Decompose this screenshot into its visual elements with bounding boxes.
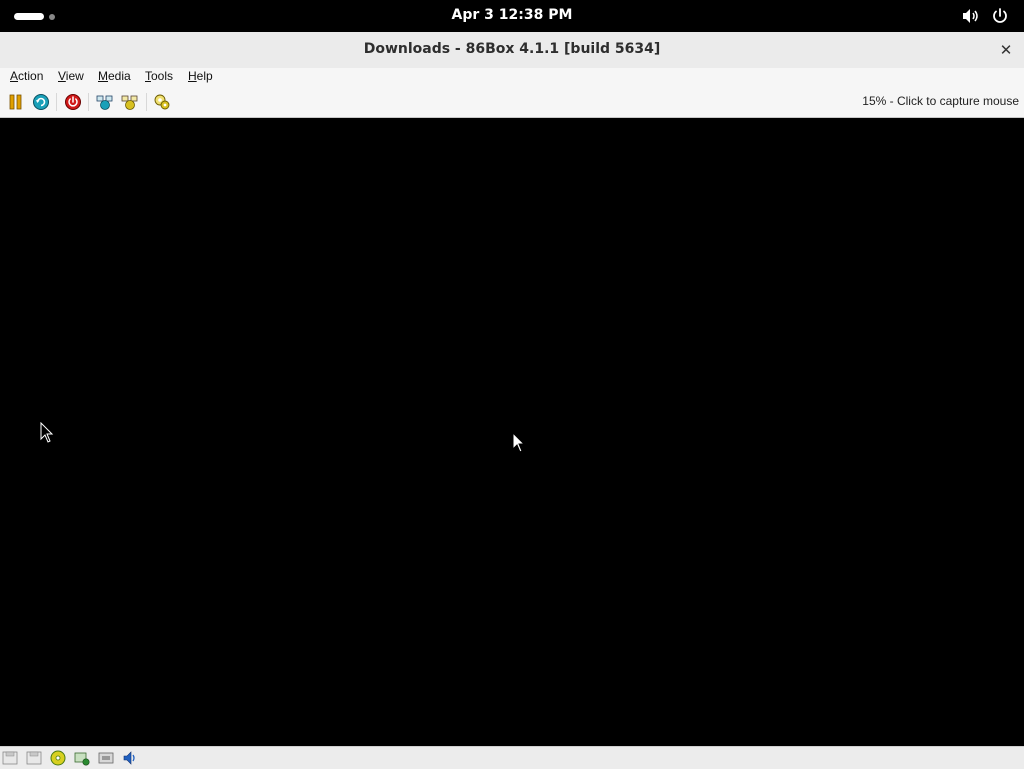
ctrl-alt-esc-icon[interactable] [121,93,139,111]
mouse-cursor-icon [40,422,54,443]
network-icon[interactable] [98,750,114,766]
sound-icon[interactable] [122,750,138,766]
clock[interactable]: Apr 3 12:38 PM [0,7,1024,23]
pause-icon[interactable] [7,93,25,111]
capture-mouse-hint[interactable]: 15% - Click to capture mouse [862,94,1019,108]
menu-view[interactable]: View [58,69,84,83]
toolbar-separator [88,93,89,111]
menu-media[interactable]: Media [98,69,131,83]
cdrom-icon[interactable] [50,750,66,766]
toolbar-separator [146,93,147,111]
menu-tools[interactable]: Tools [145,69,173,83]
window-title: Downloads - 86Box 4.1.1 [build 5634] [363,41,661,57]
close-button[interactable]: ✕ [996,41,1016,59]
ctrl-alt-del-icon[interactable] [96,93,114,111]
toolbar: 15% - Click to capture mouse [0,87,1024,118]
hard-disk-icon[interactable] [74,750,90,766]
power-icon[interactable] [991,7,1009,25]
volume-icon[interactable] [962,8,980,24]
status-bar [0,746,1024,769]
power-off-icon[interactable] [64,93,82,111]
floppy-drive-1-icon[interactable] [2,750,18,766]
floppy-drive-2-icon[interactable] [26,750,42,766]
host-cursor-icon [512,432,526,453]
system-top-bar: Apr 3 12:38 PM [0,0,1024,32]
window-titlebar[interactable]: Downloads - 86Box 4.1.1 [build 5634] ✕ [0,32,1024,69]
menu-action[interactable]: Action [10,69,43,83]
menu-help[interactable]: Help [188,69,213,83]
settings-icon[interactable] [153,93,171,111]
emulator-screen[interactable] [0,118,1024,746]
toolbar-separator [56,93,57,111]
hard-reset-icon[interactable] [32,93,50,111]
menu-bar: Action View Media Tools Help [0,68,1024,87]
